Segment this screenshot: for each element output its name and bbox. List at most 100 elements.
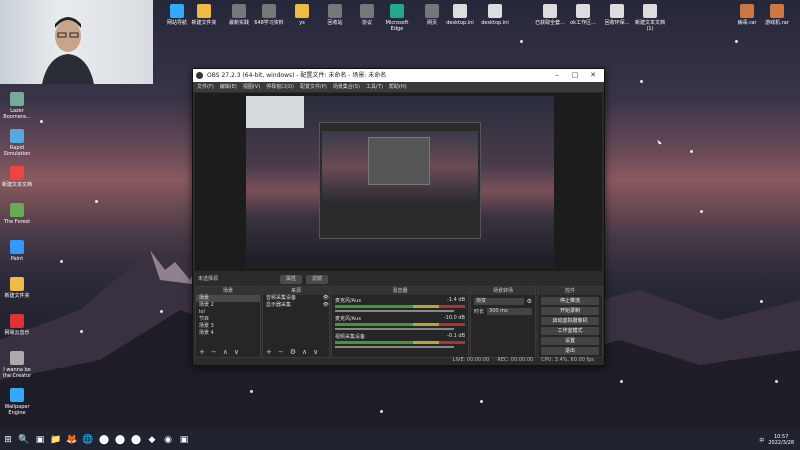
volume-slider[interactable] xyxy=(335,310,454,312)
obs-statusbar: LIVE: 00:00:00 REC: 00:00:00 CPU: 3.4%, 60… xyxy=(195,357,602,364)
gear-icon[interactable]: ⚙ xyxy=(527,298,532,305)
source-toolbar: 未选择源 属性 滤镜 xyxy=(195,275,602,284)
properties-button[interactable]: 属性 xyxy=(280,275,303,284)
menu-item[interactable]: 工具(T) xyxy=(366,82,383,92)
control-button[interactable]: 退出 xyxy=(541,347,599,355)
scene-item[interactable]: 场景 4 xyxy=(196,330,260,337)
clock[interactable]: 10:57 2022/3/28 xyxy=(768,434,794,446)
desktop-icon[interactable]: 新建文本文档 (1) xyxy=(633,4,667,32)
menu-item[interactable]: 视图(V) xyxy=(243,82,260,92)
app-icon xyxy=(10,277,24,291)
remove-icon[interactable]: − xyxy=(211,348,217,357)
down-icon[interactable]: ∨ xyxy=(234,348,239,357)
volume-slider[interactable] xyxy=(335,346,454,348)
desktop-icon[interactable]: Lazer Boomera... xyxy=(0,92,34,120)
clock-date: 2022/3/28 xyxy=(768,440,794,446)
menu-item[interactable]: 配置文件(P) xyxy=(300,82,327,92)
menu-item[interactable]: 文件(F) xyxy=(197,82,214,92)
down-icon[interactable]: ∨ xyxy=(313,348,318,357)
desktop-icon[interactable]: desktop.ini xyxy=(478,4,512,26)
scene-item[interactable]: 节目 xyxy=(196,316,260,323)
taskbar-icon[interactable]: 🦊 xyxy=(64,430,80,450)
mixer-channel-header: 麦克风/Aux -10.0 dB xyxy=(332,315,468,322)
control-button[interactable]: 工作室模式 xyxy=(541,327,599,335)
desktop-icon[interactable]: 648学习资料 xyxy=(252,4,286,26)
desktop-icon-label: The Forest xyxy=(3,219,31,225)
gear-icon[interactable]: ⚙ xyxy=(290,348,296,357)
taskbar-icon[interactable]: 🔍 xyxy=(16,430,32,450)
menu-item[interactable]: 停靠窗口(D) xyxy=(266,82,294,92)
menu-item[interactable]: 编辑(E) xyxy=(220,82,237,92)
desktop-icon[interactable]: desktop.ini xyxy=(443,4,477,26)
transitions-dock: 场景转场 渐变 ⚙ 时长 300 ms xyxy=(470,286,536,358)
scenes-list: 场景 场景 2 lol 节目 场景 3 场景 4 xyxy=(196,295,260,337)
taskbar-icon[interactable]: ◉ xyxy=(160,430,176,450)
control-button[interactable]: 停止推流 xyxy=(541,297,599,305)
desktop-icon[interactable]: 网易云音乐 xyxy=(0,314,34,336)
mixer-channel: 视频采集设备 -0.1 dB xyxy=(332,333,468,348)
control-button[interactable]: 开始录制 xyxy=(541,307,599,315)
desktop-icon[interactable]: 新建文件夹 xyxy=(0,277,34,299)
taskbar-icon[interactable]: ⊞ xyxy=(0,430,16,450)
taskbar-icon[interactable]: ⬤ xyxy=(96,430,112,450)
desktop-icon[interactable]: 协议 xyxy=(350,4,384,26)
desktop-icon[interactable]: 新建文本文档 xyxy=(0,166,34,188)
up-icon[interactable]: ∧ xyxy=(223,348,228,357)
source-item[interactable]: 音频采集设备 👁 xyxy=(263,295,329,302)
scene-item[interactable]: 场景 xyxy=(196,295,260,302)
desktop-icon[interactable]: 最新实践 xyxy=(222,4,256,26)
duration-input[interactable]: 300 ms xyxy=(487,308,532,315)
desktop-icon-label: ys xyxy=(299,20,305,26)
desktop-icon[interactable]: 新建文件夹 xyxy=(187,4,221,26)
maximize-button[interactable]: □ xyxy=(566,69,584,82)
mixer-channel: 麦克风/Aux -10.0 dB xyxy=(332,315,468,330)
scene-item[interactable]: 场景 3 xyxy=(196,323,260,330)
taskbar-icon[interactable]: ▣ xyxy=(176,430,192,450)
taskbar-icon[interactable]: 📁 xyxy=(48,430,64,450)
desktop-icon[interactable]: 回收环保... xyxy=(600,4,634,26)
close-button[interactable]: ✕ xyxy=(584,69,602,82)
obs-logo-icon xyxy=(196,72,203,79)
mixer-header: 混音器 xyxy=(332,287,468,295)
up-icon[interactable]: ∧ xyxy=(302,348,307,357)
scene-item[interactable]: 场景 2 xyxy=(196,302,260,309)
desktop-icon[interactable]: Rapid Simulation xyxy=(0,129,34,157)
eye-icon[interactable]: 👁 xyxy=(323,302,329,309)
taskbar-icon[interactable]: ⬤ xyxy=(112,430,128,450)
menu-item[interactable]: 帮助(H) xyxy=(389,82,407,92)
desktop-icon[interactable]: ys xyxy=(285,4,319,26)
desktop-icon[interactable]: The Forest xyxy=(0,203,34,225)
filters-button[interactable]: 滤镜 xyxy=(306,275,329,284)
control-button[interactable]: 启动虚拟摄像机 xyxy=(541,317,599,325)
desktop-icon[interactable]: Wallpaper Engine xyxy=(0,388,34,416)
desktop-icon[interactable]: 已获取全套... xyxy=(533,4,567,26)
control-button[interactable]: 设置 xyxy=(541,337,599,345)
taskbar-icon[interactable]: 🌐 xyxy=(80,430,96,450)
minimize-button[interactable]: – xyxy=(548,69,566,82)
obs-preview[interactable] xyxy=(195,93,602,271)
desktop-icon[interactable]: ok工作区... xyxy=(566,4,600,26)
desktop-icon[interactable]: 游戏机.rar xyxy=(760,4,794,26)
desktop-icon-label: 游戏机.rar xyxy=(765,20,789,26)
menu-item[interactable]: 场景集合(S) xyxy=(333,82,360,92)
eye-icon[interactable]: 👁 xyxy=(323,295,329,302)
desktop-icon[interactable]: 回收站 xyxy=(318,4,352,26)
desktop-icon[interactable]: 病毒.rar xyxy=(730,4,764,26)
desktop-icon[interactable]: Paint xyxy=(0,240,34,262)
desktop-icon-label: 协议 xyxy=(361,20,372,26)
remove-icon[interactable]: − xyxy=(278,348,284,357)
add-icon[interactable]: + xyxy=(199,348,205,357)
desktop-icon[interactable]: Microsoft Edge xyxy=(380,4,414,32)
desktop-icon[interactable]: I wanna be the Creator xyxy=(0,351,34,379)
taskbar-icon[interactable]: ▣ xyxy=(32,430,48,450)
scene-item[interactable]: lol xyxy=(196,309,260,316)
language-indicator[interactable]: 中 xyxy=(759,437,764,444)
taskbar-icon[interactable]: ◆ xyxy=(144,430,160,450)
taskbar-icon[interactable]: ⬤ xyxy=(128,430,144,450)
add-icon[interactable]: + xyxy=(266,348,272,357)
sources-dock: 来源 音频采集设备 👁 显示器采集 👁 + − ⚙ ∧ ∨ xyxy=(262,286,330,358)
system-tray: 中 10:57 2022/3/28 xyxy=(759,430,794,450)
source-item[interactable]: 显示器采集 👁 xyxy=(263,302,329,309)
transition-select[interactable]: 渐变 xyxy=(474,298,524,305)
volume-slider[interactable] xyxy=(335,328,454,330)
